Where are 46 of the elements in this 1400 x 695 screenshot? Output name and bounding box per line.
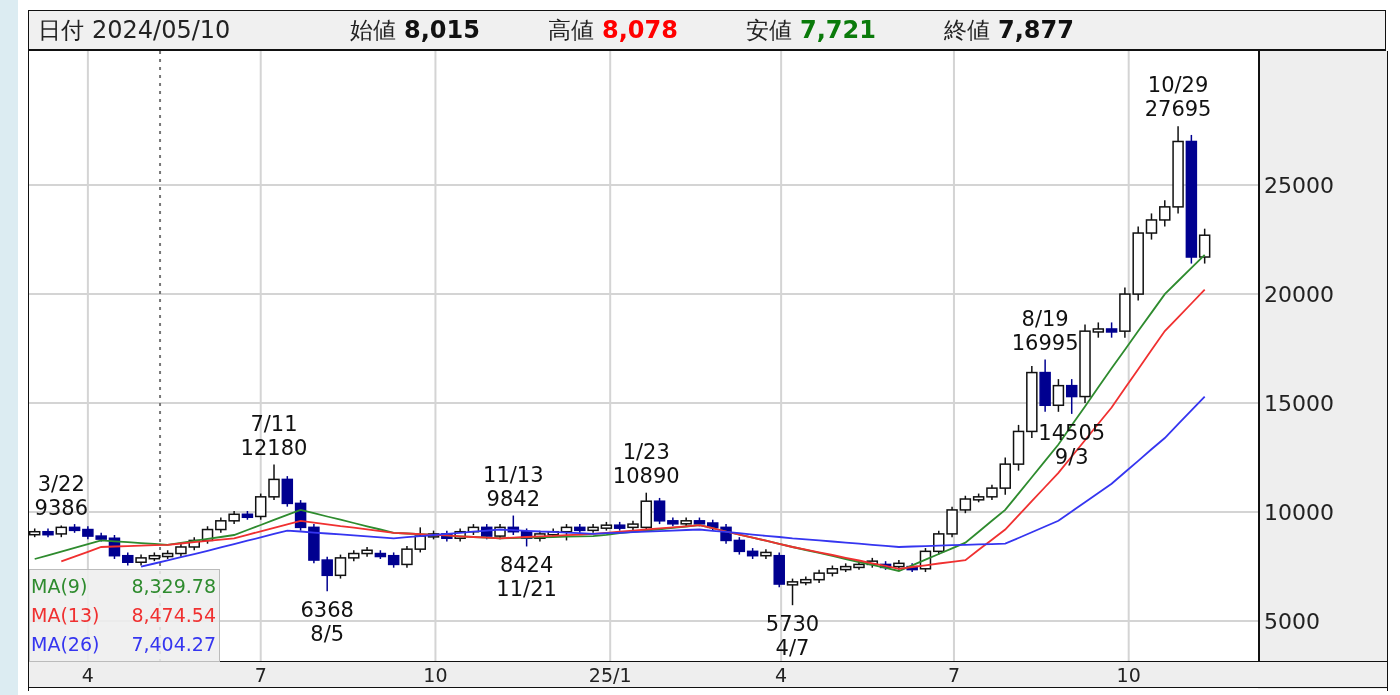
chart-annotation: 16995 — [1011, 330, 1079, 355]
chart-annotation: 11/13 — [483, 462, 544, 487]
chart-annotation: 12180 — [240, 435, 308, 460]
y-tick-label: 10000 — [1264, 500, 1334, 526]
x-tick-label: 7 — [947, 664, 960, 686]
y-tick-label: 5000 — [1264, 609, 1320, 635]
legend-label: MA(13) — [31, 603, 100, 628]
legend-label: MA(26) — [31, 632, 100, 657]
field-value: 2024/05/10 — [92, 15, 231, 44]
x-tick-label: 7 — [254, 664, 267, 686]
field-value: 7,877 — [998, 15, 1074, 44]
legend-value: 7,404.27 — [130, 632, 217, 657]
chart-annotation: 10/29 — [1147, 73, 1209, 98]
x-tick-label: 4 — [81, 664, 94, 686]
chart-annotation: 8/5 — [310, 622, 345, 647]
chart-annotation: 8/19 — [1021, 306, 1069, 331]
chart-annotation: 8424 — [499, 553, 554, 578]
x-tick-label: 10 — [1116, 664, 1141, 686]
chart-annotation: 1/23 — [622, 439, 670, 464]
y-tick-label: 25000 — [1264, 173, 1334, 199]
legend-label: MA(9) — [31, 574, 89, 599]
field-value: 8,015 — [404, 15, 480, 44]
field-label: 日付 — [38, 15, 84, 45]
y-tick-label: 20000 — [1264, 282, 1334, 308]
field-label: 終値 — [944, 15, 990, 45]
field-value: 8,078 — [602, 15, 678, 44]
field-value: 7,721 — [800, 15, 876, 44]
chart-annotation: 10890 — [612, 463, 680, 488]
chart-annotation: 5730 — [765, 612, 820, 637]
chart-annotation: 4/7 — [775, 636, 810, 661]
x-tick-label: 25/1 — [588, 664, 632, 686]
chart-annotation: 27695 — [1144, 97, 1212, 122]
chart-annotation: 7/11 — [250, 411, 298, 436]
field-label: 高値 — [548, 15, 594, 45]
legend-value: 8,474.54 — [130, 603, 217, 628]
y-tick-label: 15000 — [1264, 391, 1334, 417]
field-label: 安値 — [746, 15, 792, 45]
chart-annotation: 6368 — [300, 598, 354, 623]
chart-annotation: 3/22 — [37, 472, 85, 497]
x-tick-label: 4 — [775, 664, 788, 686]
chart-annotation: 9386 — [34, 496, 88, 521]
chart-annotation: 11/21 — [496, 577, 557, 602]
x-tick-label: 10 — [423, 664, 448, 686]
legend-value: 8,329.78 — [130, 574, 217, 599]
chart-annotation: 9842 — [486, 486, 541, 511]
field-label: 始値 — [350, 15, 396, 45]
